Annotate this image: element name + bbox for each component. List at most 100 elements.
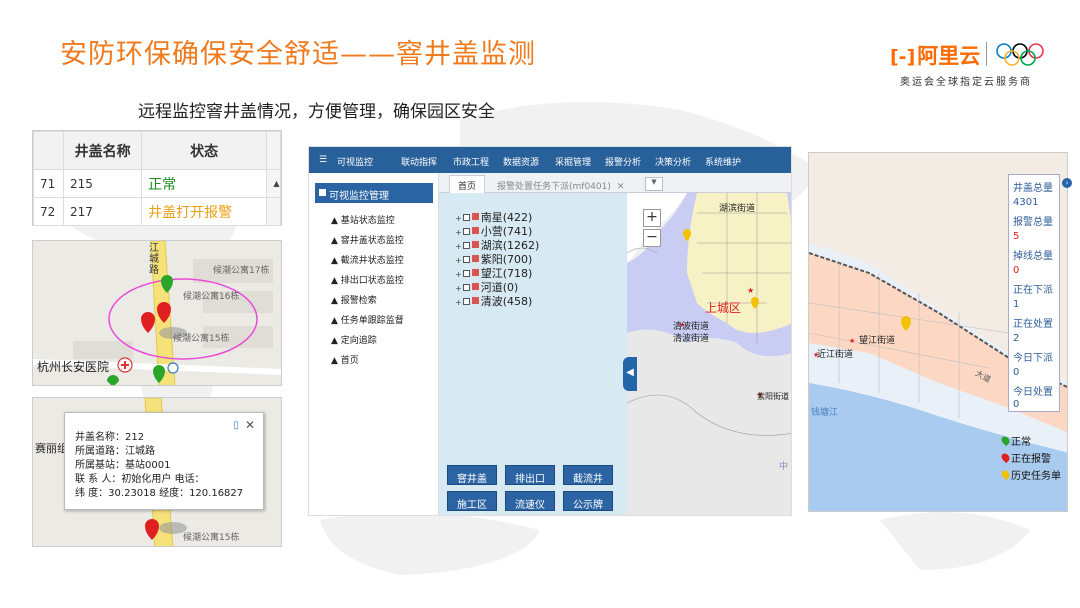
sidebar-item-label: 截流井状态监控 (340, 256, 404, 266)
map-label-street: 望江街道 (859, 336, 896, 346)
legend-item-alarm: 正在报警 (999, 450, 1051, 465)
map-label-river: 钱塘江 (811, 408, 839, 418)
stat-label: 正在处置 (1013, 319, 1053, 330)
slide-subtitle: 远程监控窨井盖情况，方便管理，确保园区安全 (138, 102, 495, 122)
scroll-up-icon[interactable]: ▲ (266, 169, 281, 198)
folder-icon (471, 227, 479, 234)
sidebar-item[interactable]: ▲ 任务单跟踪监督 (331, 313, 404, 326)
layer-button[interactable]: 流速仪 (505, 491, 555, 511)
tab-home[interactable]: 首页 (449, 175, 485, 193)
road-label: 江城路 (149, 243, 159, 276)
layer-button[interactable]: 公示牌 (563, 491, 613, 511)
folder-icon (471, 269, 479, 276)
brand-text: 阿里云 (917, 44, 981, 68)
menu-item[interactable]: 决策分析 (655, 155, 691, 168)
folder-icon (471, 297, 479, 304)
sidebar-item[interactable]: ▲ 窨井盖状态监控 (331, 233, 404, 246)
scroll-track[interactable] (266, 197, 281, 226)
row-index: 72 (33, 197, 64, 226)
aliyun-logo: [-]阿里云 奥运会全球指定云服务商 (890, 40, 1060, 90)
menu-item[interactable]: 数据资源 (503, 155, 539, 168)
layer-button[interactable]: 施工区 (447, 491, 497, 511)
tab-task-dispatch-label: 报警处置任务下派(mf0401) (497, 182, 611, 192)
map-label-street: 紫阳街道 (757, 392, 789, 401)
legend-label: 正在报警 (1011, 454, 1051, 465)
layer-button[interactable]: 排出口 (505, 465, 555, 485)
olympic-rings-icon (996, 43, 1044, 66)
yellow-marker-icon (999, 468, 1012, 481)
map-label-district: 上城区 (705, 301, 742, 315)
sidebar-item[interactable]: ▲ 截流井状态监控 (331, 253, 404, 266)
table-row[interactable]: 72 217 井盖打开报警 (33, 197, 281, 226)
sidebar-item[interactable]: ▲ 基站状态监控 (331, 213, 395, 226)
sidebar-item-label: 窨井盖状态监控 (340, 236, 404, 246)
sidebar-item[interactable]: ▲ 报警检索 (331, 293, 377, 306)
aliyun-bracket-icon: [-] (890, 46, 916, 68)
tree-item[interactable]: + 清波(458) (455, 293, 532, 309)
row-index: 71 (33, 169, 64, 198)
table-header-row: 井盖名称 状态 (33, 131, 281, 170)
brand-name: [-]阿里云 (890, 40, 980, 70)
sidebar-item[interactable]: ▲ 定向追踪 (331, 333, 377, 346)
expand-panel-icon[interactable]: › (1062, 178, 1072, 188)
legend-label: 正常 (1011, 437, 1031, 448)
row-name: 217 (62, 197, 143, 226)
layer-button[interactable]: 截流井 (563, 465, 613, 485)
stat-value: 4301 (1013, 197, 1039, 208)
zoom-in-button[interactable]: + (643, 209, 661, 227)
stat-value: 2 (1013, 333, 1020, 344)
menu-item[interactable]: 报警分析 (605, 155, 641, 168)
zoom-out-button[interactable]: − (643, 229, 661, 247)
close-icon[interactable]: ✕ (245, 418, 255, 432)
status-header: 状态 (141, 131, 267, 170)
stat-value: 1 (1013, 299, 1020, 310)
tab-bar: 首页 报警处置任务下派(mf0401) ✕ ▼ (439, 173, 791, 193)
building-label: 候潮公寓15栋 (173, 334, 230, 344)
map-label-bottom: 中 (779, 462, 789, 472)
tab-dropdown-icon[interactable]: ▼ (645, 177, 663, 191)
logo-divider (986, 42, 987, 66)
folder-icon (471, 255, 479, 262)
map-label-street: 湖滨街道 (719, 204, 756, 214)
close-tab-icon[interactable]: ✕ (617, 182, 625, 192)
stat-label: 今日下派 (1013, 353, 1053, 364)
row-status: 正常 (141, 169, 267, 198)
sidebar-item[interactable]: ▲ 首页 (331, 353, 359, 366)
row-name: 215 (62, 169, 143, 198)
menu-icon[interactable]: ☰ (319, 155, 327, 165)
folder-icon (471, 241, 479, 248)
sidebar-item[interactable]: ▲ 排出口状态监控 (331, 273, 404, 286)
popup-line: 所属基站：基站0001 (75, 460, 171, 471)
stat-value: 5 (1013, 231, 1020, 242)
menu-item[interactable]: 联动指挥 (401, 155, 437, 168)
sidebar-item-label: 任务单跟踪监督 (340, 316, 404, 326)
table-row[interactable]: 71 215 正常 ▲ (33, 169, 281, 198)
popup-line: 井盖名称：212 (75, 432, 145, 443)
monitoring-app-window: ☰ 可视监控 联动指挥 市政工程 数据资源 采掘管理 报警分析 决策分析 系统维… (308, 146, 792, 516)
tab-task-dispatch[interactable]: 报警处置任务下派(mf0401) ✕ (497, 179, 624, 192)
sidebar-item-label: 基站状态监控 (340, 216, 395, 226)
menu-item[interactable]: 系统维护 (705, 155, 741, 168)
collapse-panel-button[interactable]: ◀ (623, 357, 637, 391)
red-marker-icon (999, 451, 1012, 464)
sidebar-title[interactable]: 可视监控管理 (315, 183, 433, 203)
stat-value: 0 (1013, 399, 1020, 410)
map-label-street: 清波街道 (673, 334, 710, 344)
green-marker-icon (999, 434, 1012, 447)
phone-icon[interactable]: ▯ (233, 419, 239, 433)
legend-item-history: 历史任务单 (999, 467, 1061, 482)
slide-title: 安防环保确保安全舒适——窨井盖监测 (60, 39, 536, 70)
index-header (33, 131, 64, 170)
menu-item[interactable]: 市政工程 (453, 155, 489, 168)
name-header: 井盖名称 (62, 131, 143, 170)
sidebar-item-label: 报警检索 (340, 296, 377, 306)
street-map-panel[interactable]: 江城路 候潮公寓17栋 候潮公寓16栋 候潮公寓15栋 杭州长安医院 (32, 240, 282, 386)
stat-label: 掉线总量 (1013, 251, 1053, 262)
sidebar-title-text: 可视监控管理 (329, 191, 389, 202)
menu-item[interactable]: 采掘管理 (555, 155, 591, 168)
layer-button[interactable]: 窨井盖 (447, 465, 497, 485)
sidebar-item-label: 定向追踪 (340, 336, 377, 346)
stat-label: 正在下派 (1013, 285, 1053, 296)
popup-line: 纬 度：30.23018 经度：120.16827 (75, 488, 244, 499)
menu-item[interactable]: 可视监控 (337, 155, 373, 168)
